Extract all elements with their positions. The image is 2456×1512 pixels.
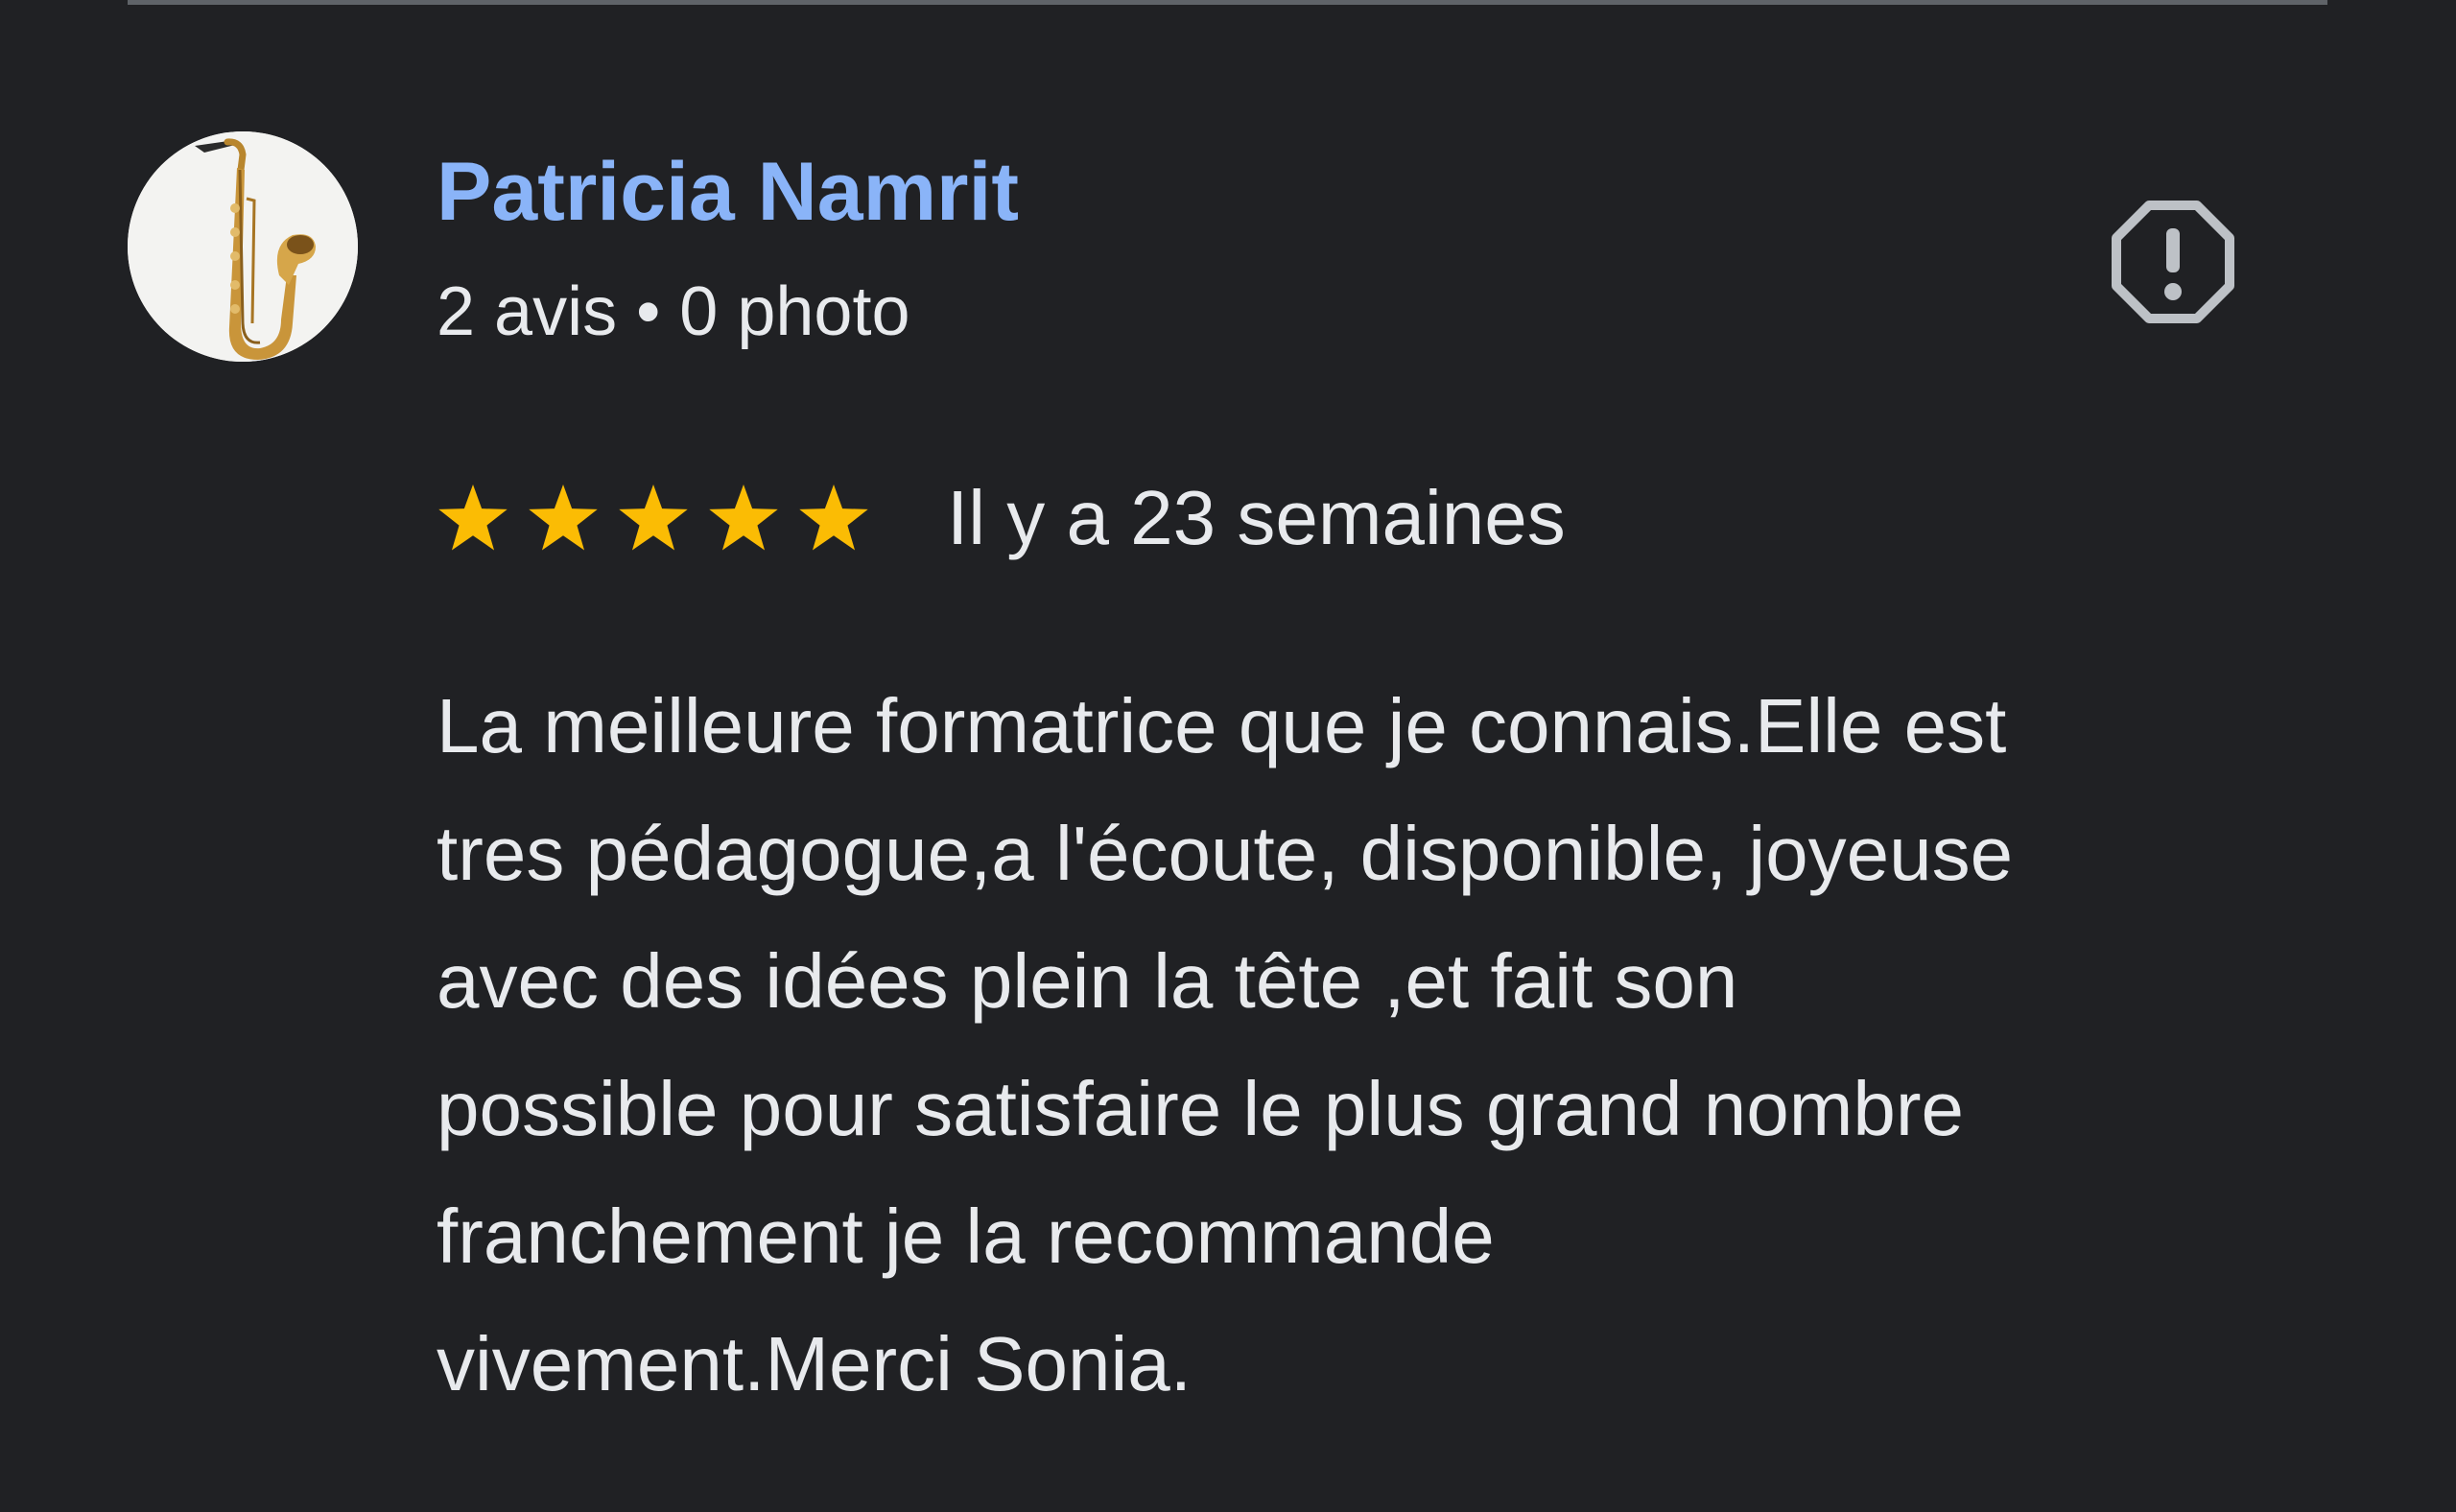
star-rating: [437, 482, 870, 555]
rating-row: Il y a 23 semaines: [437, 470, 1566, 566]
review-text-line: possible pour satisfaire le plus grand n…: [437, 1066, 1964, 1151]
report-icon: [2112, 201, 2234, 323]
review-text-line: La meilleure formatrice que je connais.E…: [437, 683, 2007, 768]
star-icon: [619, 484, 688, 551]
reviewer-stats: 2 avis • 0 photo: [437, 273, 910, 350]
star-icon: [799, 484, 868, 551]
star-icon: [438, 484, 508, 551]
saxophone-icon: [128, 131, 358, 362]
report-review-button[interactable]: [2111, 200, 2235, 324]
star-icon: [709, 484, 778, 551]
reviewer-avatar[interactable]: [128, 131, 358, 362]
review-date: Il y a 23 semaines: [947, 475, 1566, 560]
review-text: La meilleure formatrice que je connais.E…: [437, 662, 2394, 1428]
star-icon: [529, 484, 598, 551]
review-text-line: franchement je la recommande: [437, 1193, 1495, 1279]
reviewer-name[interactable]: Patricia Namrit: [437, 144, 1019, 240]
review-text-line: tres pédagogue,a l'écoute, disponible, j…: [437, 811, 2014, 896]
top-divider: [128, 0, 2327, 5]
review-text-line: avec des idées plein la tête ,et fait so…: [437, 938, 1738, 1024]
review-text-line: vivement.Merci Sonia.: [437, 1321, 1192, 1406]
